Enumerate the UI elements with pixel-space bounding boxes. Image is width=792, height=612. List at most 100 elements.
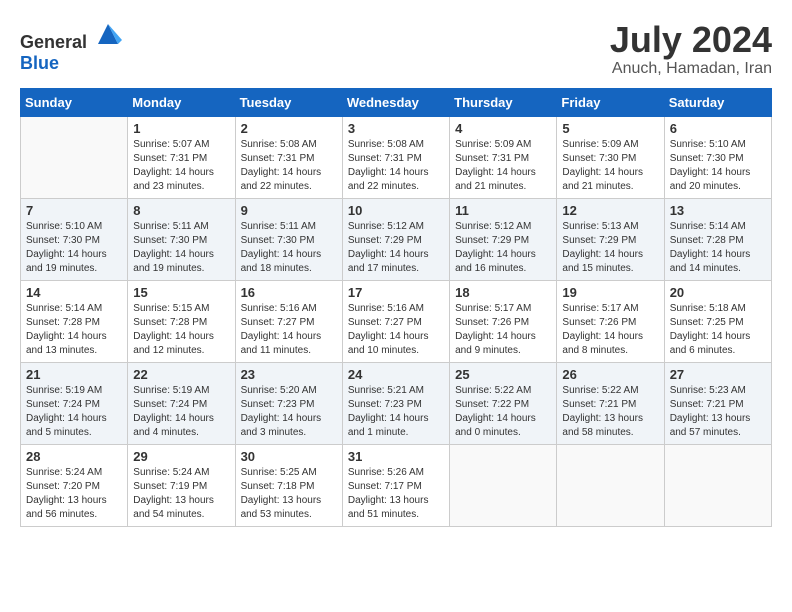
day-info: Sunrise: 5:14 AMSunset: 7:28 PMDaylight:… [26,302,122,358]
calendar-cell: 9 Sunrise: 5:11 AMSunset: 7:30 PMDaylight… [235,198,342,280]
calendar-cell: 1 Sunrise: 5:07 AMSunset: 7:31 PMDaylight… [128,116,235,198]
col-header-wednesday: Wednesday [342,88,449,116]
calendar-cell: 13 Sunrise: 5:14 AMSunset: 7:28 PMDayligh… [664,198,771,280]
col-header-sunday: Sunday [21,88,128,116]
day-info: Sunrise: 5:13 AMSunset: 7:29 PMDaylight:… [562,220,658,276]
day-info: Sunrise: 5:19 AMSunset: 7:24 PMDaylight:… [26,384,122,440]
day-number: 15 [133,285,229,300]
calendar-cell: 7Sunrise: 5:10 AMSunset: 7:30 PMDaylight… [21,198,128,280]
calendar-header-row: SundayMondayTuesdayWednesdayThursdayFrid… [21,88,772,116]
day-number: 21 [26,367,122,382]
calendar-cell: 22 Sunrise: 5:19 AMSunset: 7:24 PMDayligh… [128,362,235,444]
day-info: Sunrise: 5:12 AMSunset: 7:29 PMDaylight:… [455,220,551,276]
day-number: 13 [670,203,766,218]
day-number: 27 [670,367,766,382]
day-number: 23 [241,367,337,382]
day-info: Sunrise: 5:14 AMSunset: 7:28 PMDaylight:… [670,220,766,276]
day-info: Sunrise: 5:11 AMSunset: 7:30 PMDaylight:… [241,220,337,276]
calendar-cell: 24 Sunrise: 5:21 AMSunset: 7:23 PMDayligh… [342,362,449,444]
day-info: Sunrise: 5:19 AMSunset: 7:24 PMDaylight:… [133,384,229,440]
day-number: 1 [133,121,229,136]
day-number: 10 [348,203,444,218]
day-info: Sunrise: 5:20 AMSunset: 7:23 PMDaylight:… [241,384,337,440]
calendar-cell [21,116,128,198]
day-info: Sunrise: 5:09 AMSunset: 7:31 PMDaylight:… [455,138,551,194]
calendar-week-row: 14Sunrise: 5:14 AMSunset: 7:28 PMDayligh… [21,280,772,362]
calendar-cell: 20Sunrise: 5:18 AMSunset: 7:25 PMDayligh… [664,280,771,362]
calendar-cell: 3Sunrise: 5:08 AMSunset: 7:31 PMDaylight… [342,116,449,198]
day-number: 7 [26,203,122,218]
day-info: Sunrise: 5:08 AMSunset: 7:31 PMDaylight:… [241,138,337,194]
day-info: Sunrise: 5:24 AMSunset: 7:20 PMDaylight:… [26,466,122,522]
page-header: General Blue July 2024 Anuch, Hamadan, I… [20,20,772,78]
calendar-cell [664,444,771,526]
calendar-cell: 29 Sunrise: 5:24 AMSunset: 7:19 PMDayligh… [128,444,235,526]
day-number: 25 [455,367,551,382]
day-info: Sunrise: 5:17 AMSunset: 7:26 PMDaylight:… [455,302,551,358]
calendar-cell [450,444,557,526]
day-info: Sunrise: 5:16 AMSunset: 7:27 PMDaylight:… [241,302,337,358]
calendar-cell: 28 Sunrise: 5:24 AMSunset: 7:20 PMDayligh… [21,444,128,526]
day-number: 18 [455,285,551,300]
day-number: 16 [241,285,337,300]
calendar-cell: 16 Sunrise: 5:16 AMSunset: 7:27 PMDayligh… [235,280,342,362]
day-number: 22 [133,367,229,382]
day-info: Sunrise: 5:24 AMSunset: 7:19 PMDaylight:… [133,466,229,522]
day-number: 11 [455,203,551,218]
day-info: Sunrise: 5:12 AMSunset: 7:29 PMDaylight:… [348,220,444,276]
day-info: Sunrise: 5:10 AMSunset: 7:30 PMDaylight:… [670,138,766,194]
day-number: 26 [562,367,658,382]
calendar-week-row: 28 Sunrise: 5:24 AMSunset: 7:20 PMDayligh… [21,444,772,526]
day-number: 6 [670,121,766,136]
calendar-cell: 23 Sunrise: 5:20 AMSunset: 7:23 PMDayligh… [235,362,342,444]
day-info: Sunrise: 5:15 AMSunset: 7:28 PMDaylight:… [133,302,229,358]
calendar-cell: 19Sunrise: 5:17 AMSunset: 7:26 PMDayligh… [557,280,664,362]
day-number: 12 [562,203,658,218]
calendar-week-row: 1 Sunrise: 5:07 AMSunset: 7:31 PMDaylight… [21,116,772,198]
logo-text: General Blue [20,20,122,74]
day-number: 31 [348,449,444,464]
calendar-cell: 25 Sunrise: 5:22 AMSunset: 7:22 PMDayligh… [450,362,557,444]
day-info: Sunrise: 5:22 AMSunset: 7:22 PMDaylight:… [455,384,551,440]
calendar-cell: 5Sunrise: 5:09 AMSunset: 7:30 PMDaylight… [557,116,664,198]
day-number: 24 [348,367,444,382]
day-number: 19 [562,285,658,300]
day-info: Sunrise: 5:25 AMSunset: 7:18 PMDaylight:… [241,466,337,522]
day-info: Sunrise: 5:08 AMSunset: 7:31 PMDaylight:… [348,138,444,194]
month-year-title: July 2024 [610,20,772,60]
day-info: Sunrise: 5:26 AMSunset: 7:17 PMDaylight:… [348,466,444,522]
col-header-tuesday: Tuesday [235,88,342,116]
calendar-cell: 14Sunrise: 5:14 AMSunset: 7:28 PMDayligh… [21,280,128,362]
day-number: 30 [241,449,337,464]
calendar-cell [557,444,664,526]
col-header-saturday: Saturday [664,88,771,116]
calendar-cell: 26 Sunrise: 5:22 AMSunset: 7:21 PMDayligh… [557,362,664,444]
day-number: 17 [348,285,444,300]
day-info: Sunrise: 5:18 AMSunset: 7:25 PMDaylight:… [670,302,766,358]
col-header-monday: Monday [128,88,235,116]
calendar-cell: 11 Sunrise: 5:12 AMSunset: 7:29 PMDayligh… [450,198,557,280]
calendar-cell: 6 Sunrise: 5:10 AMSunset: 7:30 PMDaylight… [664,116,771,198]
col-header-friday: Friday [557,88,664,116]
calendar-week-row: 7Sunrise: 5:10 AMSunset: 7:30 PMDaylight… [21,198,772,280]
calendar-week-row: 21 Sunrise: 5:19 AMSunset: 7:24 PMDayligh… [21,362,772,444]
calendar-cell: 31 Sunrise: 5:26 AMSunset: 7:17 PMDayligh… [342,444,449,526]
day-info: Sunrise: 5:07 AMSunset: 7:31 PMDaylight:… [133,138,229,194]
day-info: Sunrise: 5:21 AMSunset: 7:23 PMDaylight:… [348,384,444,440]
day-number: 5 [562,121,658,136]
logo: General Blue [20,20,122,74]
day-number: 29 [133,449,229,464]
logo-general: General [20,32,87,52]
calendar-cell: 4Sunrise: 5:09 AMSunset: 7:31 PMDaylight… [450,116,557,198]
day-info: Sunrise: 5:11 AMSunset: 7:30 PMDaylight:… [133,220,229,276]
calendar-cell: 8Sunrise: 5:11 AMSunset: 7:30 PMDaylight… [128,198,235,280]
day-number: 9 [241,203,337,218]
logo-icon [94,20,122,48]
day-info: Sunrise: 5:22 AMSunset: 7:21 PMDaylight:… [562,384,658,440]
title-block: July 2024 Anuch, Hamadan, Iran [610,20,772,78]
calendar-cell: 27Sunrise: 5:23 AMSunset: 7:21 PMDayligh… [664,362,771,444]
day-number: 28 [26,449,122,464]
col-header-thursday: Thursday [450,88,557,116]
calendar-cell: 18 Sunrise: 5:17 AMSunset: 7:26 PMDayligh… [450,280,557,362]
calendar-cell: 15 Sunrise: 5:15 AMSunset: 7:28 PMDayligh… [128,280,235,362]
